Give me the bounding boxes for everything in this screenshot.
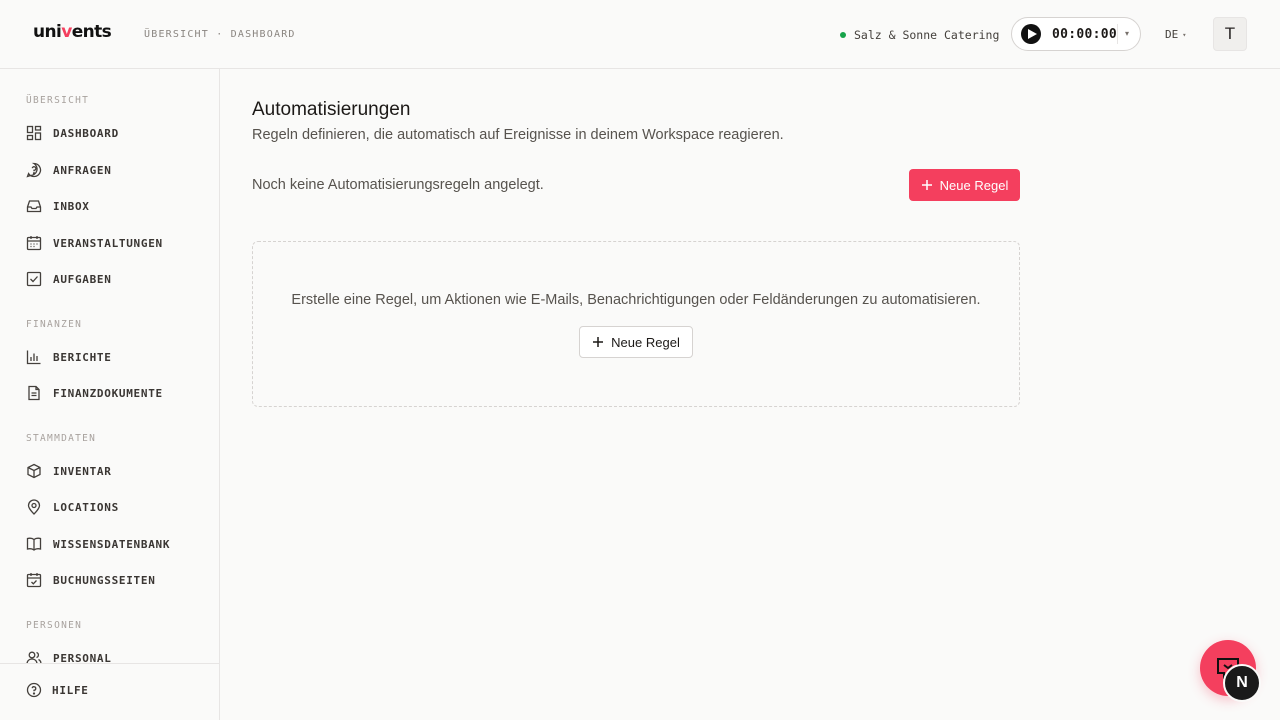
- workspace-name: Salz & Sonne Catering: [854, 28, 1000, 42]
- sidebar-item-label: INVENTAR: [53, 464, 112, 478]
- sidebar-item-finanzdokumente[interactable]: FINANZDOKUMENTE: [26, 382, 206, 404]
- sidebar-item-label: BUCHUNGSSEITEN: [53, 573, 156, 587]
- play-icon: [1027, 29, 1037, 39]
- new-rule-button[interactable]: Neue Regel: [909, 169, 1020, 201]
- section-label-uebersicht: ÜBERSICHT: [26, 95, 90, 106]
- map-pin-icon: [27, 499, 41, 515]
- sidebar-item-locations[interactable]: LOCATIONS: [26, 496, 206, 518]
- logo[interactable]: univents: [33, 22, 112, 42]
- sidebar-footer: HILFE: [0, 663, 219, 720]
- page-title: Automatisierungen: [252, 99, 411, 120]
- page-subtitle: Regeln definieren, die automatisch auf E…: [252, 127, 784, 143]
- book-icon: [26, 537, 42, 551]
- help-label: HILFE: [52, 683, 89, 697]
- sidebar-item-anfragen[interactable]: ANFRAGEN: [26, 159, 206, 181]
- sidebar-item-label: BERICHTE: [53, 350, 112, 364]
- status-dot-icon: [840, 32, 846, 38]
- empty-state-button-label: Neue Regel: [611, 334, 680, 350]
- document-icon: [28, 385, 40, 401]
- breadcrumb[interactable]: ÜBERSICHT · DASHBOARD: [144, 29, 296, 40]
- language-value: DE: [1165, 28, 1179, 41]
- empty-state-new-rule-button[interactable]: Neue Regel: [579, 326, 693, 358]
- section-label-personen: PERSONEN: [26, 620, 83, 631]
- sidebar-item-label: INBOX: [53, 199, 90, 213]
- help-icon: [26, 682, 42, 698]
- sidebar-item-label: VERANSTALTUNGEN: [53, 236, 163, 250]
- timer-value: 00:00:00: [1052, 26, 1118, 42]
- sidebar-item-dashboard[interactable]: DASHBOARD: [26, 122, 206, 144]
- sidebar-item-label: LOCATIONS: [53, 500, 119, 514]
- calendar-check-icon: [26, 573, 42, 588]
- user-avatar[interactable]: T: [1213, 17, 1247, 51]
- workspace-switcher[interactable]: Salz & Sonne Catering: [840, 28, 999, 42]
- sidebar-item-inventar[interactable]: INVENTAR: [26, 460, 206, 482]
- sidebar-item-label: AUFGABEN: [53, 272, 112, 286]
- timer-dropdown-icon[interactable]: ▾: [1125, 29, 1129, 38]
- play-button[interactable]: [1021, 24, 1041, 44]
- sidebar-item-inbox[interactable]: INBOX: [26, 195, 206, 217]
- sidebar-item-label: FINANZDOKUMENTE: [53, 386, 163, 400]
- sidebar-item-buchungsseiten[interactable]: BUCHUNGSSEITEN: [26, 569, 206, 591]
- language-selector[interactable]: DE ▾: [1165, 28, 1186, 41]
- inbox-icon: [26, 200, 42, 213]
- box-icon: [27, 463, 41, 479]
- sidebar-item-wissensdatenbank[interactable]: WISSENSDATENBANK: [26, 533, 206, 555]
- plus-icon: [921, 180, 932, 190]
- question-icon: [26, 162, 42, 178]
- calendar-icon: [26, 236, 42, 251]
- section-label-finanzen: FINANZEN: [26, 319, 83, 330]
- time-tracker: 00:00:00 ▾: [1011, 17, 1141, 51]
- dashboard-icon: [26, 125, 42, 141]
- bar-chart-icon: [26, 350, 41, 365]
- checkbox-icon: [26, 271, 42, 287]
- sidebar-item-label: ANFRAGEN: [53, 163, 112, 177]
- empty-rules-note: Noch keine Automatisierungsregeln angele…: [252, 177, 544, 193]
- sidebar-item-aufgaben[interactable]: AUFGABEN: [26, 268, 206, 290]
- chevron-down-icon: ▾: [1182, 30, 1187, 39]
- sidebar-item-berichte[interactable]: BERICHTE: [26, 346, 206, 368]
- empty-state-text: Erstelle eine Regel, um Aktionen wie E-M…: [291, 292, 981, 308]
- sidebar-item-veranstaltungen[interactable]: VERANSTALTUNGEN: [26, 232, 206, 254]
- sidebar-item-label: WISSENSDATENBANK: [53, 537, 171, 551]
- plus-icon: [593, 337, 604, 347]
- dev-tools-badge[interactable]: N: [1223, 664, 1261, 702]
- top-bar: univents ÜBERSICHT · DASHBOARD Salz & So…: [0, 0, 1280, 69]
- sidebar-item-label: DASHBOARD: [53, 126, 119, 140]
- help-link[interactable]: HILFE: [26, 682, 89, 698]
- sidebar: ÜBERSICHT DASHBOARD ANFRAGEN INBOX VERAN…: [0, 69, 220, 720]
- section-label-stammdaten: STAMMDATEN: [26, 433, 97, 444]
- timer-divider: [1117, 24, 1118, 44]
- new-rule-label: Neue Regel: [939, 177, 1009, 193]
- empty-state: Erstelle eine Regel, um Aktionen wie E-M…: [252, 241, 1020, 407]
